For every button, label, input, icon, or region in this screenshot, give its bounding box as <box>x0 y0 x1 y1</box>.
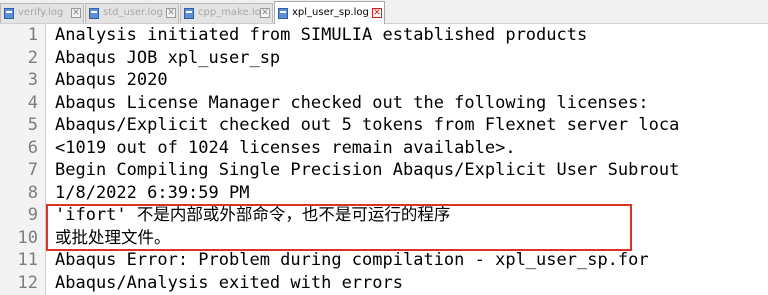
line-number: 3 <box>27 70 38 90</box>
tab-verify-log[interactable]: verify.log ✕ <box>0 3 84 23</box>
close-icon[interactable]: ✕ <box>166 8 176 18</box>
close-icon[interactable]: ✕ <box>260 8 270 18</box>
tab-label: verify.log <box>18 7 64 18</box>
line-number: 10 <box>17 227 38 248</box>
code-line[interactable]: Abaqus JOB xpl_user_sp <box>55 47 280 70</box>
tab-bar: verify.log ✕ std_user.log ✕ cpp_make.log… <box>0 0 768 24</box>
line-number: 4 <box>27 92 38 113</box>
code-line[interactable]: Analysis initiated from SIMULIA establis… <box>55 24 587 47</box>
file-icon <box>89 8 99 19</box>
line-number: 9 <box>27 205 38 225</box>
line-number: 5 <box>27 115 38 135</box>
tab-label: xpl_user_sp.log <box>292 7 369 18</box>
code-line[interactable]: 或批处理文件。 <box>55 227 171 250</box>
line-number: 11 <box>17 250 38 270</box>
tab-cpp-make-log[interactable]: cpp_make.log ✕ <box>180 3 273 23</box>
close-icon[interactable]: ✕ <box>71 8 81 18</box>
code-text: 'ifort' <box>55 205 137 225</box>
code-line[interactable]: <1019 out of 1024 licenses remain availa… <box>55 137 516 160</box>
tab-label: std_user.log <box>103 7 163 18</box>
tab-std-user-log[interactable]: std_user.log ✕ <box>85 3 179 23</box>
file-icon <box>184 8 194 19</box>
line-number: 2 <box>27 47 38 68</box>
line-number: 6 <box>27 137 38 158</box>
code-line[interactable]: 1/8/2022 6:39:59 PM <box>55 182 249 205</box>
line-number: 12 <box>17 272 38 293</box>
tab-xpl-user-sp-log[interactable]: xpl_user_sp.log ✕ <box>274 1 385 24</box>
code-line[interactable]: 'ifort' 不是内部或外部命令，也不是可运行的程序 <box>55 204 450 227</box>
file-icon <box>278 8 288 19</box>
editor-pane[interactable]: 1 2 3 4 5 6 7 8 9 10 11 12 Analysis init… <box>0 24 768 295</box>
line-number-gutter: 1 2 3 4 5 6 7 8 9 10 11 12 <box>0 24 46 295</box>
close-icon[interactable]: ✕ <box>372 8 382 18</box>
line-number: 7 <box>27 160 38 180</box>
code-text: 不是内部或外部命令，也不是可运行的程序 <box>136 205 451 224</box>
line-number: 1 <box>27 25 38 45</box>
line-number: 8 <box>27 182 38 203</box>
code-line[interactable]: Abaqus/Explicit checked out 5 tokens fro… <box>55 114 679 137</box>
code-line[interactable]: Abaqus/Analysis exited with errors <box>55 272 403 295</box>
code-line[interactable]: Abaqus 2020 <box>55 69 168 92</box>
code-line[interactable]: Begin Compiling Single Precision Abaqus/… <box>55 159 679 182</box>
code-line[interactable]: Abaqus License Manager checked out the f… <box>55 92 649 115</box>
tab-label: cpp_make.log <box>198 7 268 18</box>
code-line[interactable]: Abaqus Error: Problem during compilation… <box>55 249 649 272</box>
file-icon <box>4 8 14 19</box>
